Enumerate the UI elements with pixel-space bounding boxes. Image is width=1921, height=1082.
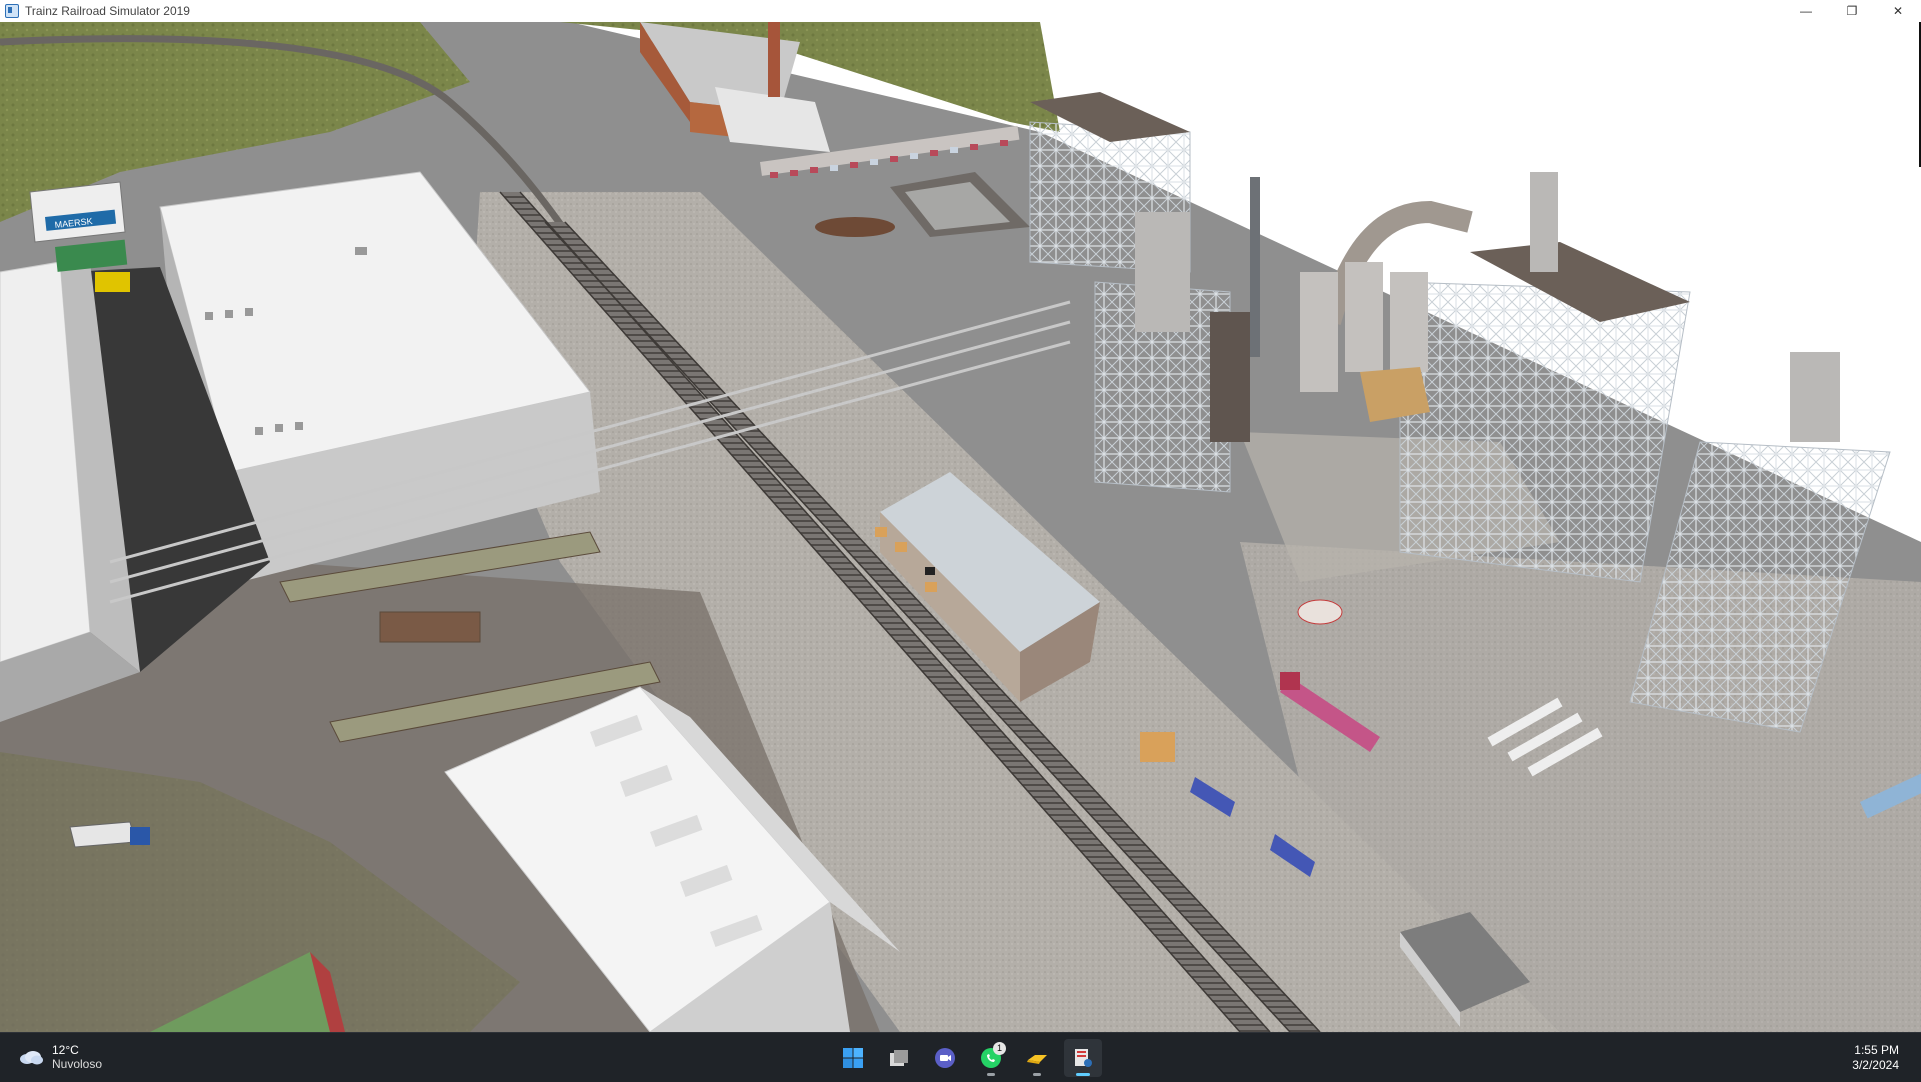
control-hut bbox=[1360, 367, 1430, 422]
task-view-icon bbox=[890, 1050, 908, 1066]
title-bar[interactable]: Trainz Railroad Simulator 2019 — ❐ ✕ bbox=[0, 0, 1921, 23]
taskbar: 12°C Nuvoloso 1 1:55 PM 3/2/2024 bbox=[0, 1032, 1921, 1082]
3d-viewport[interactable]: MAERSK bbox=[0, 22, 1921, 1032]
taskbar-apps: 1 bbox=[834, 1039, 1102, 1077]
weather-temperature: 12°C bbox=[52, 1043, 79, 1057]
car-red-white bbox=[1297, 599, 1343, 625]
crane-vehicle bbox=[95, 272, 130, 292]
start-button[interactable] bbox=[834, 1039, 872, 1077]
trainz-button[interactable] bbox=[1064, 1039, 1102, 1077]
weather-widget[interactable]: 12°C Nuvoloso bbox=[18, 1043, 102, 1071]
window-controls: — ❐ ✕ bbox=[1783, 0, 1921, 22]
active-indicator bbox=[1076, 1073, 1090, 1076]
window-title: Trainz Railroad Simulator 2019 bbox=[25, 4, 190, 18]
cloud-icon bbox=[20, 1051, 43, 1065]
trainz-app-icon bbox=[5, 4, 19, 18]
rail-yard-scene: MAERSK bbox=[0, 22, 1921, 1032]
file-explorer-button[interactable] bbox=[1018, 1039, 1056, 1077]
clock-date: 3/2/2024 bbox=[1852, 1058, 1899, 1072]
folder-icon bbox=[1027, 1055, 1047, 1064]
weather-condition: Nuvoloso bbox=[52, 1057, 103, 1071]
teams-button[interactable] bbox=[926, 1039, 964, 1077]
notification-badge: 1 bbox=[993, 1042, 1006, 1055]
windows-logo-icon bbox=[843, 1048, 863, 1068]
running-indicator bbox=[1033, 1073, 1041, 1076]
whatsapp-button[interactable]: 1 bbox=[972, 1039, 1010, 1077]
close-button[interactable]: ✕ bbox=[1875, 0, 1921, 22]
video-chat-icon bbox=[935, 1048, 955, 1068]
minimize-button[interactable]: — bbox=[1783, 0, 1829, 22]
task-view-button[interactable] bbox=[880, 1039, 918, 1077]
running-indicator bbox=[987, 1073, 995, 1076]
dirt-pile bbox=[815, 217, 895, 237]
restore-button[interactable]: ❐ bbox=[1829, 0, 1875, 22]
system-clock[interactable]: 1:55 PM 3/2/2024 bbox=[1852, 1043, 1899, 1073]
trainz-app-icon bbox=[1075, 1049, 1092, 1067]
app-window: Trainz Railroad Simulator 2019 — ❐ ✕ MAE… bbox=[0, 0, 1921, 1032]
clock-time: 1:55 PM bbox=[1854, 1043, 1899, 1057]
